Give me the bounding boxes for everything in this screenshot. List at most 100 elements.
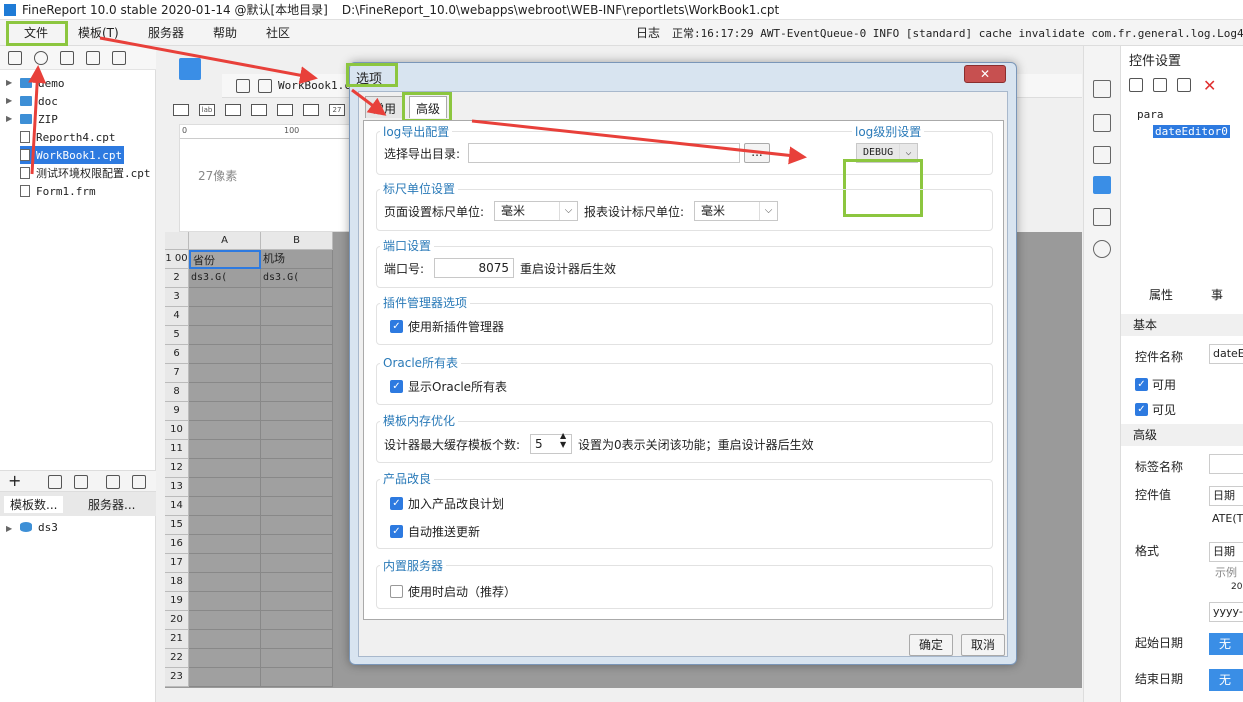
label-widget-icon[interactable] [173, 104, 189, 116]
row-header[interactable]: 1 00 [165, 250, 189, 269]
cell-a1[interactable]: 省份 [189, 250, 261, 269]
row-header[interactable]: 21 [165, 630, 189, 649]
grid-cell[interactable] [261, 402, 333, 421]
row-header[interactable]: 14 [165, 497, 189, 516]
parameter-icon[interactable] [179, 58, 201, 80]
paste-icon[interactable] [1177, 78, 1191, 92]
grid-cell[interactable] [189, 402, 261, 421]
browse-button[interactable]: ... [744, 143, 770, 163]
tree-folder-demo[interactable]: demo [20, 74, 65, 92]
row-header[interactable]: 10 [165, 421, 189, 440]
preview-icon[interactable] [106, 475, 120, 489]
menu-template[interactable]: 模板(T) [78, 24, 119, 41]
copy-icon[interactable] [1153, 78, 1167, 92]
row-header[interactable]: 9 [165, 402, 189, 421]
row-header[interactable]: 19 [165, 592, 189, 611]
row-header[interactable]: 17 [165, 554, 189, 573]
end-date-button[interactable]: 无 [1209, 669, 1243, 691]
grid-corner[interactable] [165, 232, 189, 250]
edit-icon[interactable] [48, 475, 62, 489]
ok-button[interactable]: 确定 [909, 634, 953, 656]
tab-general[interactable]: 常用 [365, 96, 404, 118]
expand-arrow-icon[interactable]: ▶ [6, 96, 12, 105]
grid-cell[interactable] [189, 554, 261, 573]
grid-cell[interactable] [189, 668, 261, 687]
border-icon[interactable] [1093, 146, 1111, 164]
widget-value-formula[interactable]: ATE(TO [1209, 510, 1243, 530]
row-header[interactable]: 4 [165, 307, 189, 326]
combo-widget-icon[interactable] [251, 104, 267, 116]
grid-cell[interactable] [189, 326, 261, 345]
tree-folder-doc[interactable]: doc [20, 92, 58, 110]
menu-community[interactable]: 社区 [266, 24, 290, 41]
tab-server-data[interactable]: 服务器... [88, 496, 135, 513]
grid-cell[interactable] [261, 364, 333, 383]
plugin-checkbox[interactable]: ✓ 使用新插件管理器 [390, 318, 504, 335]
row-header[interactable]: 20 [165, 611, 189, 630]
tab-template-data[interactable]: 模板数... [4, 496, 64, 513]
number-widget-icon[interactable]: 27 [329, 104, 345, 116]
expand-arrow-icon[interactable]: ▶ [6, 524, 12, 533]
grid-cell[interactable] [189, 497, 261, 516]
export-dir-input[interactable] [468, 143, 740, 163]
visible-checkbox[interactable]: ✓ 可见 [1135, 401, 1176, 418]
settings-icon[interactable] [86, 51, 100, 65]
widget-name-input[interactable]: dateE [1209, 344, 1243, 364]
column-header-a[interactable]: A [189, 232, 261, 250]
grid-cell[interactable] [189, 649, 261, 668]
close-button[interactable]: ✕ [964, 65, 1006, 83]
row-header[interactable]: 8 [165, 383, 189, 402]
grid-cell[interactable] [189, 345, 261, 364]
grid-cell[interactable] [261, 592, 333, 611]
row-header[interactable]: 16 [165, 535, 189, 554]
delete-icon[interactable] [74, 475, 88, 489]
dialog-titlebar[interactable]: 选项 ✕ [346, 63, 1016, 91]
tag-name-input[interactable] [1209, 454, 1243, 474]
grid-cell[interactable] [189, 307, 261, 326]
section-basic[interactable]: 基本 [1121, 314, 1243, 336]
grid-cell[interactable] [261, 535, 333, 554]
menu-server[interactable]: 服务器 [148, 24, 184, 41]
condition-icon[interactable] [1093, 208, 1111, 226]
format-type[interactable]: 日期 [1209, 542, 1243, 562]
grid-cell[interactable] [189, 630, 261, 649]
grid-cell[interactable] [261, 573, 333, 592]
cell-b2[interactable]: ds3.G( [261, 269, 333, 288]
grid-cell[interactable] [189, 592, 261, 611]
tab-events[interactable]: 事 [1211, 286, 1223, 303]
tab-properties[interactable]: 属性 [1149, 286, 1173, 303]
grid-cell[interactable] [261, 516, 333, 535]
row-header[interactable]: 2 [165, 269, 189, 288]
grid-cell[interactable] [189, 516, 261, 535]
menu-help[interactable]: 帮助 [213, 24, 237, 41]
grid-cell[interactable] [189, 440, 261, 459]
row-header[interactable]: 18 [165, 573, 189, 592]
grid-cell[interactable] [189, 459, 261, 478]
row-header[interactable]: 6 [165, 345, 189, 364]
delete-icon[interactable] [112, 51, 126, 65]
text-widget-icon[interactable]: lab [199, 104, 215, 116]
spinner-arrows-icon[interactable]: ▲ ▼ [560, 431, 566, 449]
grid-cell[interactable] [189, 383, 261, 402]
grid-cell[interactable] [261, 611, 333, 630]
grid-cell[interactable] [261, 307, 333, 326]
grid-cell[interactable] [189, 421, 261, 440]
widget-value-type[interactable]: 日期 [1209, 486, 1243, 506]
expand-arrow-icon[interactable]: ▶ [6, 78, 12, 87]
tree-root-para[interactable]: para [1137, 108, 1164, 121]
date-widget-icon[interactable] [303, 104, 319, 116]
grid-cell[interactable] [261, 383, 333, 402]
widget-icon[interactable] [1093, 176, 1111, 194]
row-header[interactable]: 12 [165, 459, 189, 478]
grid-cell[interactable] [261, 668, 333, 687]
expand-arrow-icon[interactable]: ▶ [6, 114, 12, 123]
server-checkbox[interactable]: 使用时启动（推荐） [390, 583, 516, 600]
grid-cell[interactable] [189, 478, 261, 497]
page-ruler-select[interactable]: 毫米 ⌵ [494, 201, 578, 221]
report-ruler-select[interactable]: 毫米 ⌵ [694, 201, 778, 221]
grid-cell[interactable] [261, 497, 333, 516]
row-header[interactable]: 5 [165, 326, 189, 345]
cell-a2[interactable]: ds3.G( [189, 269, 261, 288]
cell-b1[interactable]: 机场 [261, 250, 333, 269]
grid-cell[interactable] [189, 573, 261, 592]
